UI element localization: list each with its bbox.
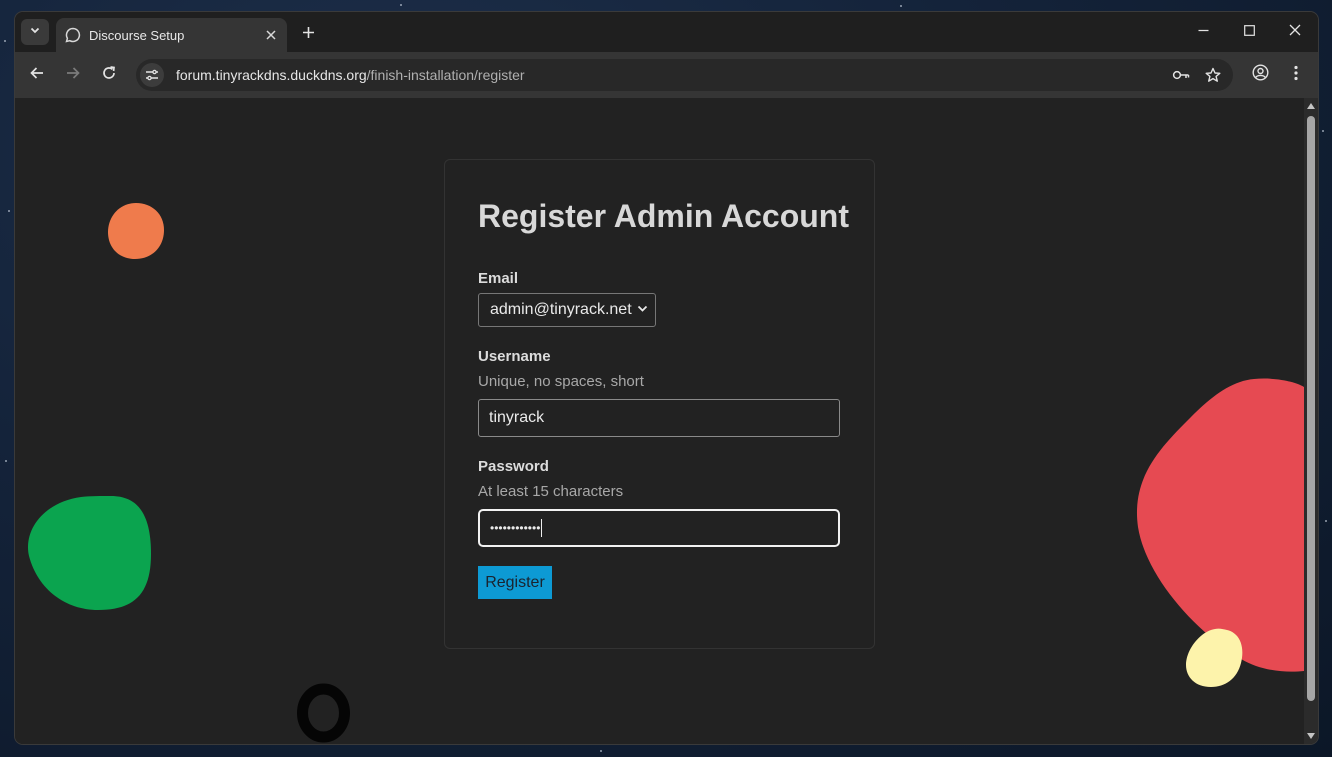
register-card: Register Admin Account Email admin@tinyr…	[444, 159, 875, 649]
star-icon[interactable]	[1201, 63, 1225, 87]
forward-button[interactable]	[61, 63, 85, 87]
plus-icon	[302, 22, 315, 45]
new-tab-button[interactable]	[297, 22, 319, 44]
page-scrollbar[interactable]	[1304, 98, 1318, 744]
minimize-icon	[1198, 23, 1209, 41]
scroll-up-icon[interactable]	[1307, 103, 1315, 109]
chevron-down-icon	[637, 301, 648, 319]
password-hint: At least 15 characters	[478, 483, 624, 500]
text-caret	[541, 519, 543, 537]
username-input[interactable]: tinyrack	[478, 399, 840, 437]
url-host: forum.tinyrackdns.duckdns.org	[176, 67, 367, 83]
email-label: Email	[478, 270, 519, 287]
password-value: ••••••••••••	[490, 521, 541, 535]
tune-icon[interactable]	[140, 63, 164, 87]
page-viewport: Register Admin Account Email admin@tinyr…	[15, 98, 1318, 744]
maximize-button[interactable]	[1234, 20, 1264, 44]
key-icon[interactable]	[1169, 63, 1193, 87]
scroll-down-icon[interactable]	[1307, 733, 1315, 739]
address-bar[interactable]: forum.tinyrackdns.duckdns.org/finish-ins…	[136, 59, 1233, 91]
url-text[interactable]: forum.tinyrackdns.duckdns.org/finish-ins…	[176, 67, 1169, 83]
yellow-blob	[1186, 628, 1243, 687]
register-button[interactable]: Register	[478, 566, 552, 599]
url-path: /finish-installation/register	[366, 67, 525, 83]
close-icon[interactable]	[261, 25, 281, 45]
black-ring	[297, 683, 350, 743]
username-hint: Unique, no spaces, short	[478, 373, 644, 390]
tab-discourse-setup[interactable]: Discourse Setup	[56, 18, 287, 52]
discourse-logo-icon	[65, 27, 81, 43]
browser-toolbar: forum.tinyrackdns.duckdns.org/finish-ins…	[15, 52, 1318, 98]
close-icon	[1289, 23, 1301, 41]
orange-blob	[108, 203, 164, 259]
reload-button[interactable]	[97, 63, 121, 87]
email-select[interactable]: admin@tinyrack.net	[478, 293, 656, 327]
back-button[interactable]	[25, 63, 49, 87]
arrow-left-icon	[29, 65, 45, 86]
window-close-button[interactable]	[1280, 20, 1310, 44]
reload-icon	[101, 65, 117, 86]
menu-button[interactable]	[1284, 63, 1308, 87]
profile-button[interactable]	[1248, 63, 1272, 87]
password-label: Password	[478, 458, 549, 475]
tab-search-button[interactable]	[21, 19, 49, 45]
page-title: Register Admin Account	[478, 198, 849, 234]
email-selected-value: admin@tinyrack.net	[490, 301, 632, 318]
chevron-down-icon	[29, 23, 41, 41]
kebab-menu-icon	[1294, 65, 1298, 86]
tab-strip: Discourse Setup	[15, 12, 1318, 52]
minimize-button[interactable]	[1188, 20, 1218, 44]
maximize-icon	[1243, 23, 1255, 41]
green-blob	[27, 496, 151, 610]
scroll-thumb[interactable]	[1307, 116, 1315, 701]
account-icon	[1251, 64, 1269, 86]
browser-window: Discourse Setup forum.tinyrackdns.duckdn…	[15, 12, 1318, 744]
username-label: Username	[478, 348, 551, 365]
username-value: tinyrack	[489, 409, 545, 426]
password-input[interactable]: ••••••••••••	[478, 509, 840, 547]
tab-title: Discourse Setup	[89, 27, 185, 43]
arrow-right-icon	[65, 65, 81, 86]
